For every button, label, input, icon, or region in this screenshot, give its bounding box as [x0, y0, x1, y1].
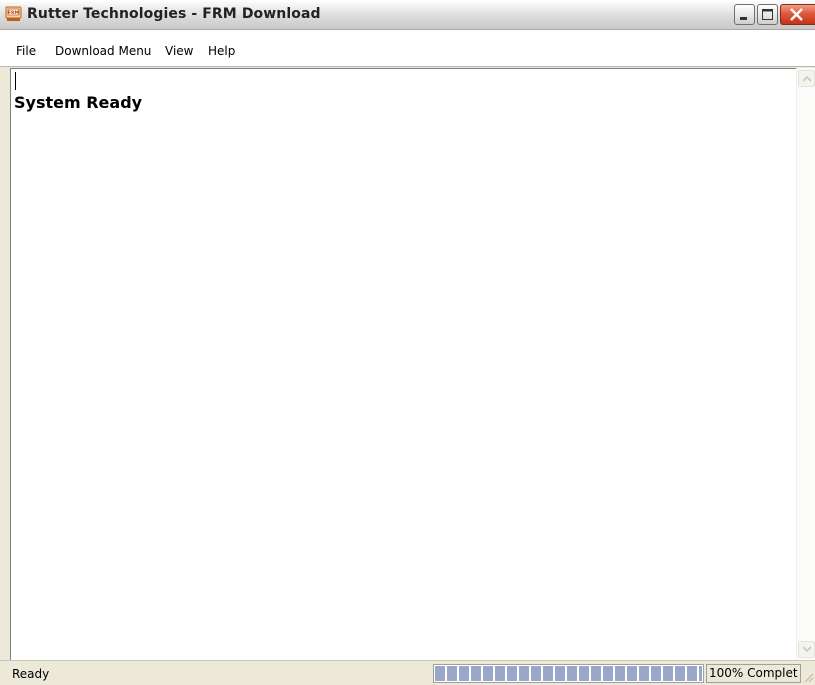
- log-line: System Ready: [14, 93, 143, 112]
- resize-grip-icon[interactable]: [802, 671, 814, 683]
- menu-bar: File Download Menu View Help: [0, 30, 815, 67]
- log-text-area[interactable]: System Ready: [10, 68, 815, 660]
- status-text: Ready: [12, 667, 50, 681]
- chevron-down-icon: [802, 646, 812, 653]
- menu-view[interactable]: View: [165, 44, 193, 60]
- status-bar: Ready 100% Complet: [0, 660, 815, 685]
- scroll-up-button[interactable]: [798, 70, 815, 87]
- app-window: FRM Rutter Technologies - FRM Download F…: [0, 0, 815, 685]
- scroll-down-button[interactable]: [798, 641, 815, 658]
- title-bar[interactable]: FRM Rutter Technologies - FRM Download: [0, 0, 815, 30]
- maximize-icon: [762, 9, 773, 20]
- progress-fill: [435, 666, 702, 681]
- svg-text:FRM: FRM: [8, 10, 20, 16]
- progress-bar: [433, 664, 704, 683]
- minimize-button[interactable]: [734, 4, 755, 25]
- chevron-up-icon: [802, 75, 812, 82]
- text-caret: [15, 72, 16, 90]
- close-button[interactable]: [780, 4, 815, 25]
- minimize-icon: [740, 17, 747, 20]
- menu-help[interactable]: Help: [208, 44, 235, 60]
- close-icon: [790, 8, 803, 21]
- window-title: Rutter Technologies - FRM Download: [27, 6, 321, 22]
- vertical-scrollbar[interactable]: [796, 68, 815, 660]
- progress-label: 100% Complet: [706, 664, 801, 683]
- frm-app-icon: FRM: [5, 6, 22, 21]
- menu-file[interactable]: File: [16, 44, 36, 60]
- menu-download-menu[interactable]: Download Menu: [55, 44, 151, 60]
- maximize-button[interactable]: [757, 4, 778, 25]
